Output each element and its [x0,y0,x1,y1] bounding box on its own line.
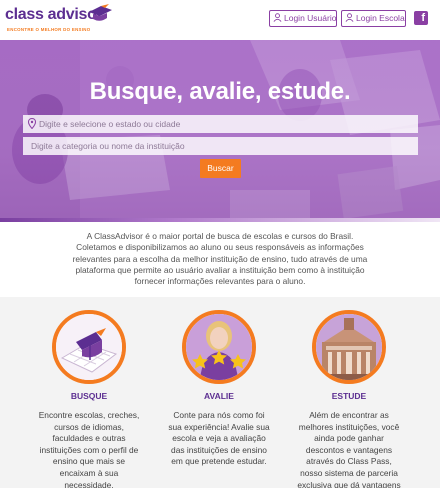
map-search-icon [52,310,126,384]
feature-description: Além de encontrar as melhores instituiçõ… [289,410,409,488]
about-line: Coletamos e disponibilizamos ao aluno ou… [76,242,364,253]
feature-title: BUSQUE [70,391,108,401]
feature-line: faculdades e outras [52,433,126,444]
category-placeholder: Digite a categoria ou nome da instituiçã… [31,141,185,151]
feature-title: AVALIE [204,391,234,401]
feature-title: ESTUDE [331,391,367,401]
feature-line: em que pretende estudar. [171,456,267,467]
feature-line: escola e veja a avaliação [172,433,266,444]
user-icon [273,13,282,23]
feature-avalie: AVALIE Conte para nós como foi sua exper… [159,310,279,468]
feature-line: sua experiência! Avalie sua [168,421,270,432]
feature-busque: BUSQUE Encontre escolas, creches, cursos… [29,310,149,488]
feature-line: ainda pode ganhar [314,433,384,444]
feature-line: Além de encontrar as [309,410,389,420]
about-text: A ClassAdvisor é o maior portal de busca… [32,231,408,287]
search-button[interactable]: Buscar [200,159,241,178]
logo[interactable]: class advisor ENCONTRE O MELHOR DO ENSIN… [5,4,115,36]
feature-line: descontos e vantagens [305,444,393,455]
state-city-input[interactable]: Digite e selecione o estado ou cidade [23,115,418,133]
divider-strip [0,218,440,222]
feature-line: ensino que mais se [52,456,126,467]
feature-line: Encontre escolas, creches, [38,410,140,420]
feature-line: nosso sistema de parceria [300,467,398,478]
top-bar: class advisor ENCONTRE O MELHOR DO ENSIN… [0,0,440,40]
user-icon [345,13,354,23]
login-school-label: Login Escola [356,13,405,23]
about-line: fornecer informações relevantes para o a… [134,276,306,287]
feature-line: melhores instituições, você [298,421,400,432]
feature-estude: ESTUDE Além de encontrar as melhores ins… [289,310,409,488]
feature-line: necessidade. [64,479,114,488]
feature-description: Encontre escolas, creches, cursos de idi… [29,410,149,488]
feature-line: encaixam à sua [59,467,119,478]
student-rating-icon [182,310,256,384]
login-school-button[interactable]: Login Escola [341,10,406,27]
feature-line: das instituições de ensino [171,444,267,455]
login-user-label: Login Usuário [284,13,337,23]
about-line: plataforma que permite ao usuário avalia… [75,264,365,275]
feature-line: instituições com o perfil de [39,444,139,455]
feature-line: através do Class Pass, [306,456,392,467]
feature-line: cursos de idiomas, [54,421,124,432]
facebook-icon[interactable]: f [414,11,428,25]
feature-line: Conte para nós como foi [173,410,265,420]
university-building-icon [312,310,386,384]
location-pin-icon [28,118,36,129]
feature-description: Conte para nós como foi sua experiência!… [159,410,279,468]
login-user-button[interactable]: Login Usuário [269,10,337,27]
about-line: A ClassAdvisor é o maior portal de busca… [86,231,354,241]
about-line: relevantes para a escolha da melhor inst… [72,253,368,264]
state-city-placeholder: Digite e selecione o estado ou cidade [39,119,181,129]
hero-title: Busque, avalie, estude. [89,78,351,105]
hero-banner: Busque, avalie, estude. Digite e selecio… [0,40,440,221]
feature-line: exclusiva que dá vantagens [297,479,401,488]
logo-tagline: ENCONTRE O MELHOR DO ENSINO [7,27,91,32]
graduation-cap-icon [89,4,112,21]
category-input[interactable]: Digite a categoria ou nome da instituiçã… [23,137,418,155]
